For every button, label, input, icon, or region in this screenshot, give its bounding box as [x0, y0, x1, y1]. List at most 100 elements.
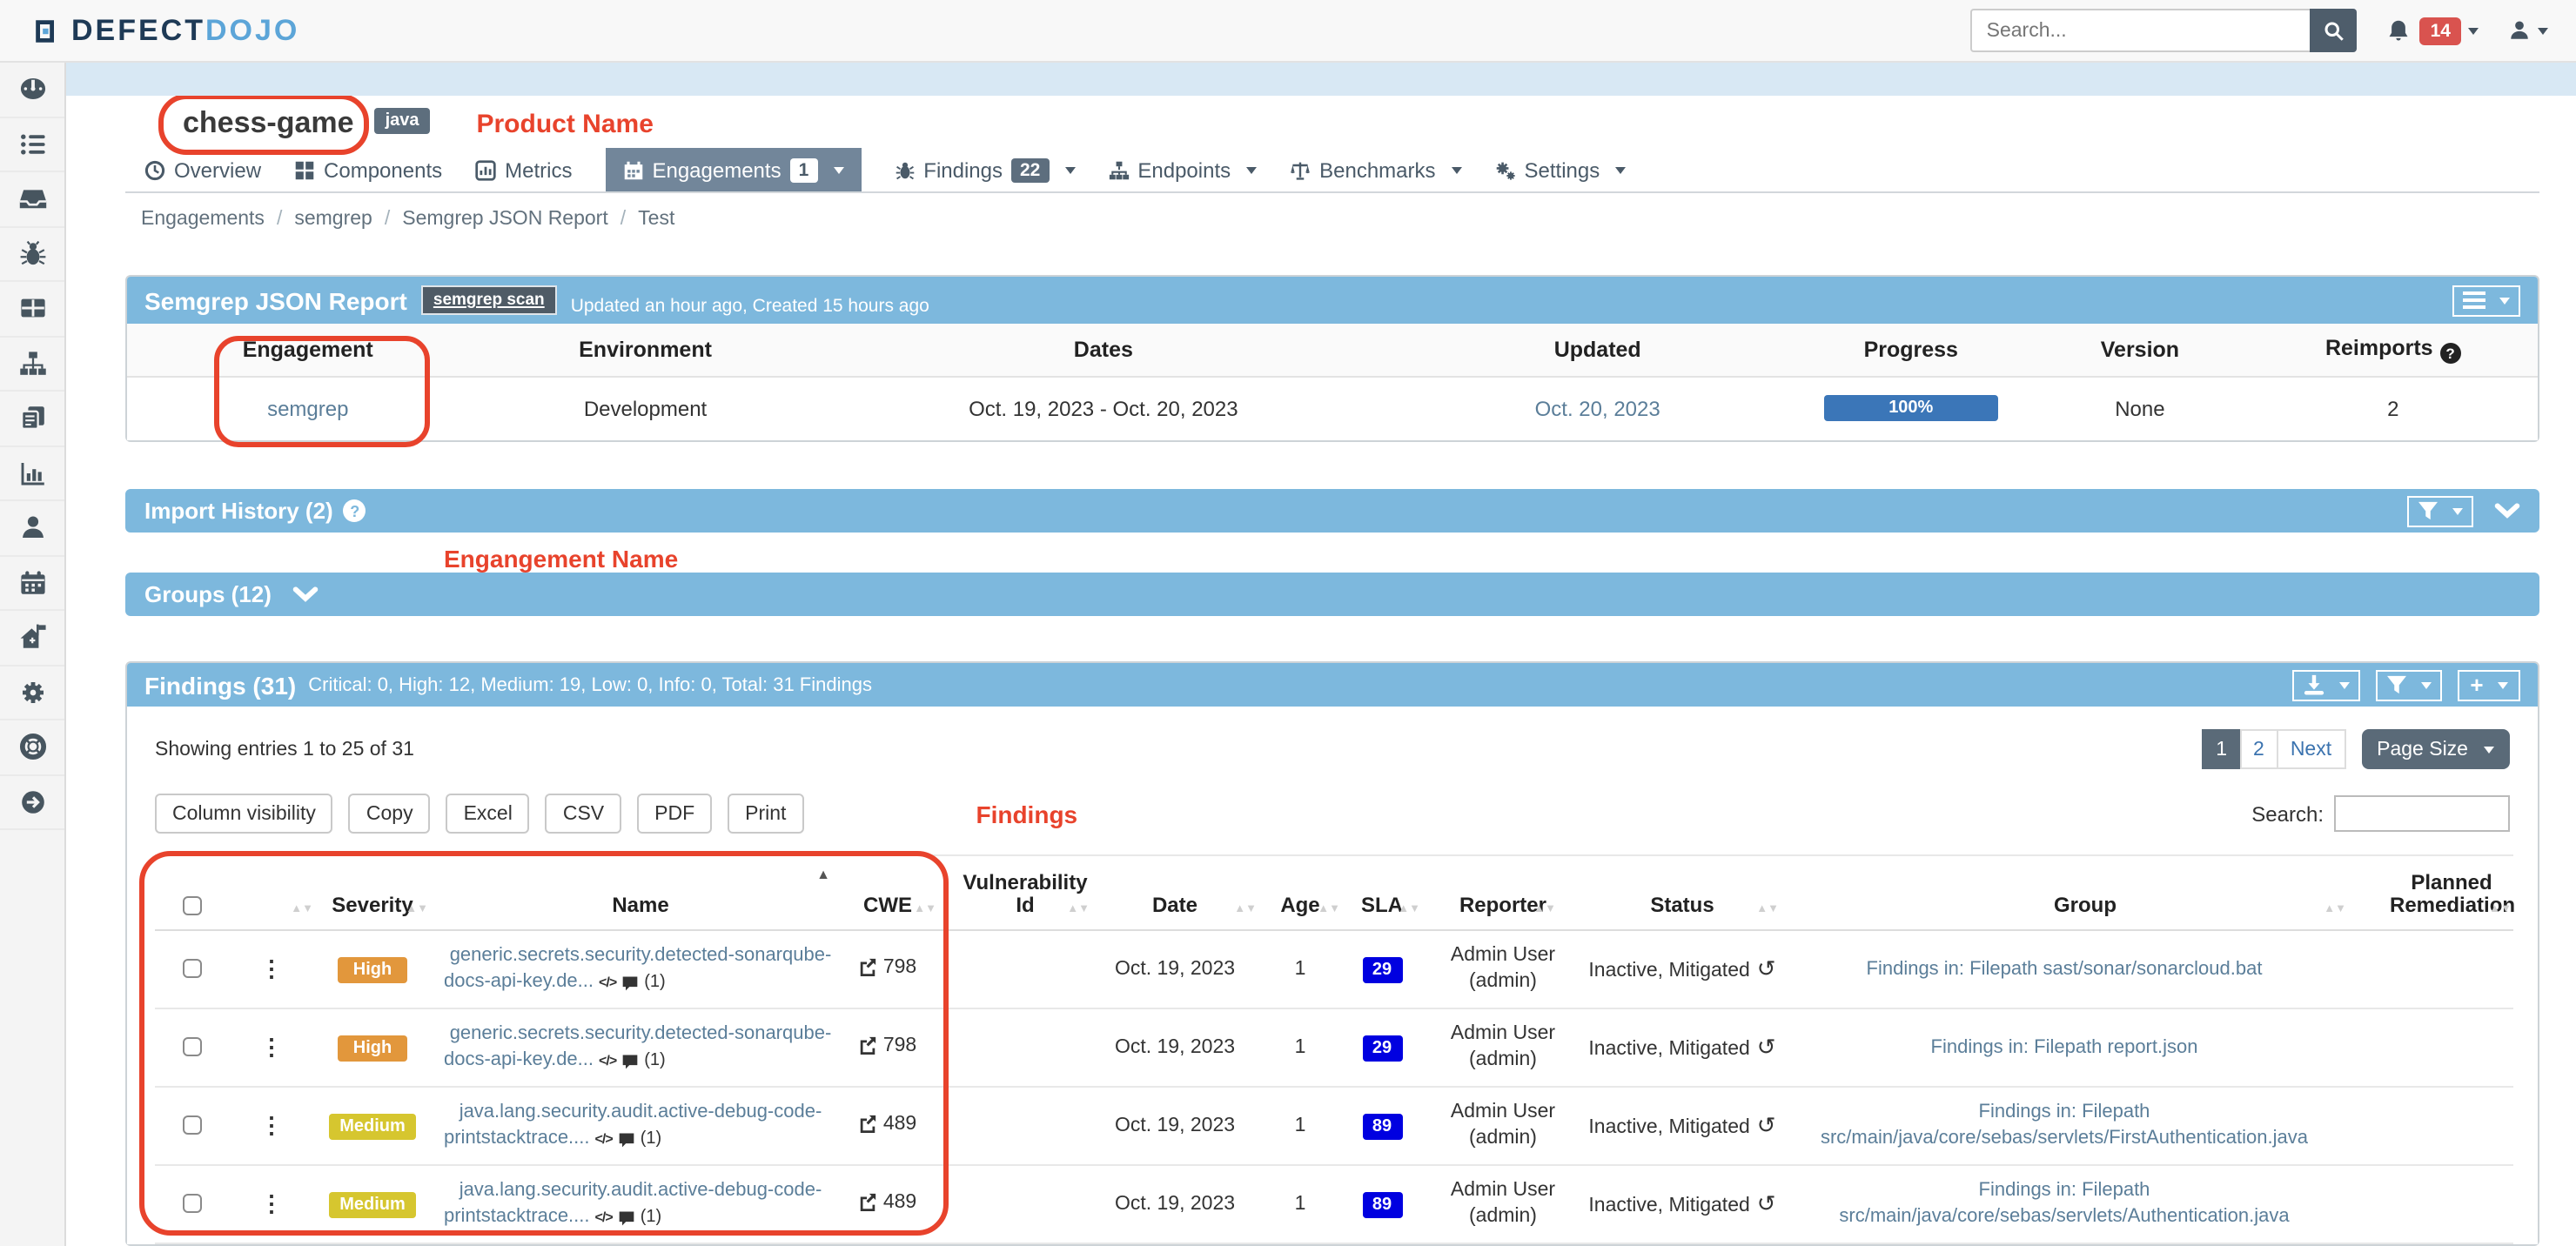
- sort-icon[interactable]: ▲▼: [291, 905, 313, 914]
- group-link[interactable]: Findings in: Filepath report.json: [1781, 1035, 2348, 1061]
- findings-download-button[interactable]: [2292, 669, 2360, 700]
- page-button-2[interactable]: 2: [2239, 729, 2278, 769]
- pdf-button[interactable]: PDF: [637, 794, 712, 834]
- sidebar-item-support[interactable]: [0, 720, 64, 775]
- tab-components[interactable]: Components: [294, 148, 442, 191]
- updated-date-link[interactable]: Oct. 20, 2023: [1535, 397, 1660, 421]
- defectdojo-logo[interactable]: DEFECTDOJO: [33, 13, 299, 48]
- breadcrumb-semgrep[interactable]: semgrep: [294, 209, 372, 230]
- sidebar-item-components[interactable]: [0, 282, 64, 337]
- finding-name-link[interactable]: java.lang.security.audit.active-debug-co…: [460, 1102, 822, 1122]
- scan-type-badge[interactable]: semgrep scan: [421, 285, 557, 315]
- history-icon[interactable]: ↺: [1757, 1112, 1776, 1138]
- tab-benchmarks[interactable]: Benchmarks: [1290, 148, 1461, 191]
- sidebar-item-endpoints[interactable]: [0, 337, 64, 392]
- sidebar-item-logout[interactable]: [0, 775, 64, 830]
- notifications-menu[interactable]: 14: [2387, 17, 2479, 44]
- next-page-button[interactable]: Next: [2277, 729, 2345, 769]
- user-menu[interactable]: [2508, 19, 2548, 42]
- sort-icon[interactable]: ▲▼: [406, 905, 428, 914]
- chevron-down-icon: [1064, 166, 1075, 173]
- tab-findings[interactable]: Findings 22: [894, 148, 1075, 191]
- row-checkbox[interactable]: [182, 1038, 201, 1057]
- table-search-input[interactable]: [2334, 795, 2510, 832]
- cwe-link[interactable]: 798: [859, 1035, 916, 1056]
- breadcrumb-engagements[interactable]: Engagements: [141, 209, 265, 230]
- sort-icon[interactable]: ▲▼: [2489, 905, 2512, 914]
- group-link[interactable]: Findings in: Filepathsrc/main/java/core/…: [1781, 1178, 2348, 1230]
- row-checkbox[interactable]: [182, 1116, 201, 1135]
- sidebar-item-reports[interactable]: [0, 392, 64, 446]
- column-visibility-button[interactable]: Column visibility: [155, 794, 333, 834]
- row-menu-icon[interactable]: ⋮: [260, 1190, 283, 1216]
- page-button-1[interactable]: 1: [2202, 729, 2241, 769]
- sidebar-item-findings[interactable]: [0, 227, 64, 282]
- sla-badge: 89: [1362, 1191, 1402, 1217]
- row-menu-icon[interactable]: ⋮: [260, 1112, 283, 1138]
- print-button[interactable]: Print: [728, 794, 803, 834]
- import-history-filter-button[interactable]: [2407, 495, 2473, 526]
- row-menu-icon[interactable]: ⋮: [260, 1034, 283, 1060]
- collapse-chevron-icon[interactable]: [292, 586, 319, 603]
- breadcrumb-report[interactable]: Semgrep JSON Report: [402, 209, 608, 230]
- cwe-link[interactable]: 489: [859, 1114, 916, 1135]
- groups-bar[interactable]: Groups (12): [125, 573, 2539, 616]
- history-icon[interactable]: ↺: [1757, 955, 1776, 981]
- import-history-bar[interactable]: Import History (2) ?: [125, 489, 2539, 533]
- sort-icon[interactable]: ▲▼: [1756, 905, 1779, 914]
- sidebar-item-dashboard[interactable]: [0, 63, 64, 117]
- breadcrumb-test[interactable]: Test: [638, 209, 674, 230]
- group-link[interactable]: Findings in: Filepath sast/sonar/sonarcl…: [1781, 956, 2348, 982]
- engagement-link[interactable]: semgrep: [267, 397, 348, 421]
- sort-icon[interactable]: ▲▼: [1234, 905, 1257, 914]
- history-icon[interactable]: ↺: [1757, 1034, 1776, 1060]
- sort-icon[interactable]: ▲▼: [914, 905, 936, 914]
- sidebar-item-list[interactable]: [0, 117, 64, 172]
- collapse-chevron-icon[interactable]: [2494, 502, 2520, 519]
- row-menu-icon[interactable]: ⋮: [260, 955, 283, 981]
- tab-overview[interactable]: Overview: [144, 148, 261, 191]
- finding-name-link[interactable]: printstacktrace....: [444, 1204, 590, 1230]
- sidebar-item-users[interactable]: [0, 501, 64, 556]
- sort-icon[interactable]: ▲▼: [2324, 905, 2346, 914]
- sidebar-item-product-add[interactable]: [0, 611, 64, 666]
- finding-name-link[interactable]: generic.secrets.security.detected-sonarq…: [450, 945, 832, 966]
- sort-icon[interactable]: ▲▼: [1533, 905, 1556, 914]
- cwe-link[interactable]: 489: [859, 1192, 916, 1213]
- help-icon[interactable]: ?: [344, 499, 366, 522]
- sidebar-item-metrics[interactable]: [0, 446, 64, 501]
- sidebar-item-inbox[interactable]: [0, 172, 64, 227]
- tab-engagements[interactable]: Engagements 1: [605, 148, 861, 191]
- sort-icon[interactable]: ▲▼: [1318, 905, 1340, 914]
- excel-button[interactable]: Excel: [446, 794, 530, 834]
- tab-settings[interactable]: Settings: [1495, 148, 1627, 191]
- csv-button[interactable]: CSV: [546, 794, 621, 834]
- finding-name-link[interactable]: generic.secrets.security.detected-sonarq…: [450, 1023, 832, 1044]
- sort-ascending-icon[interactable]: ▲: [816, 863, 830, 886]
- copy-button[interactable]: Copy: [349, 794, 431, 834]
- finding-name-link[interactable]: docs-api-key.de...: [444, 969, 594, 995]
- sort-icon[interactable]: ▲▼: [1067, 905, 1090, 914]
- findings-filter-button[interactable]: [2376, 669, 2442, 700]
- findings-add-button[interactable]: +: [2458, 669, 2520, 700]
- cwe-link[interactable]: 798: [859, 957, 916, 978]
- group-link[interactable]: Findings in: Filepathsrc/main/java/core/…: [1781, 1100, 2348, 1152]
- sidebar-item-settings[interactable]: [0, 666, 64, 720]
- history-icon[interactable]: ↺: [1757, 1190, 1776, 1216]
- tab-metrics[interactable]: Metrics: [475, 148, 572, 191]
- finding-name-link[interactable]: docs-api-key.de...: [444, 1048, 594, 1074]
- finding-name-link[interactable]: java.lang.security.audit.active-debug-co…: [460, 1180, 822, 1201]
- sort-icon[interactable]: ▲▼: [1398, 905, 1420, 914]
- select-all-checkbox[interactable]: [182, 897, 201, 916]
- row-checkbox[interactable]: [182, 960, 201, 979]
- tab-endpoints[interactable]: Endpoints: [1108, 148, 1257, 191]
- report-menu-button[interactable]: [2452, 285, 2520, 316]
- sla-badge: 29: [1362, 956, 1402, 982]
- page-size-button[interactable]: Page Size: [2361, 729, 2510, 769]
- search-button[interactable]: [2311, 9, 2358, 52]
- row-checkbox[interactable]: [182, 1195, 201, 1214]
- global-search-input[interactable]: [1971, 9, 2311, 52]
- finding-name-link[interactable]: printstacktrace....: [444, 1126, 590, 1152]
- help-icon[interactable]: ?: [2440, 343, 2461, 364]
- sidebar-item-calendar[interactable]: [0, 556, 64, 611]
